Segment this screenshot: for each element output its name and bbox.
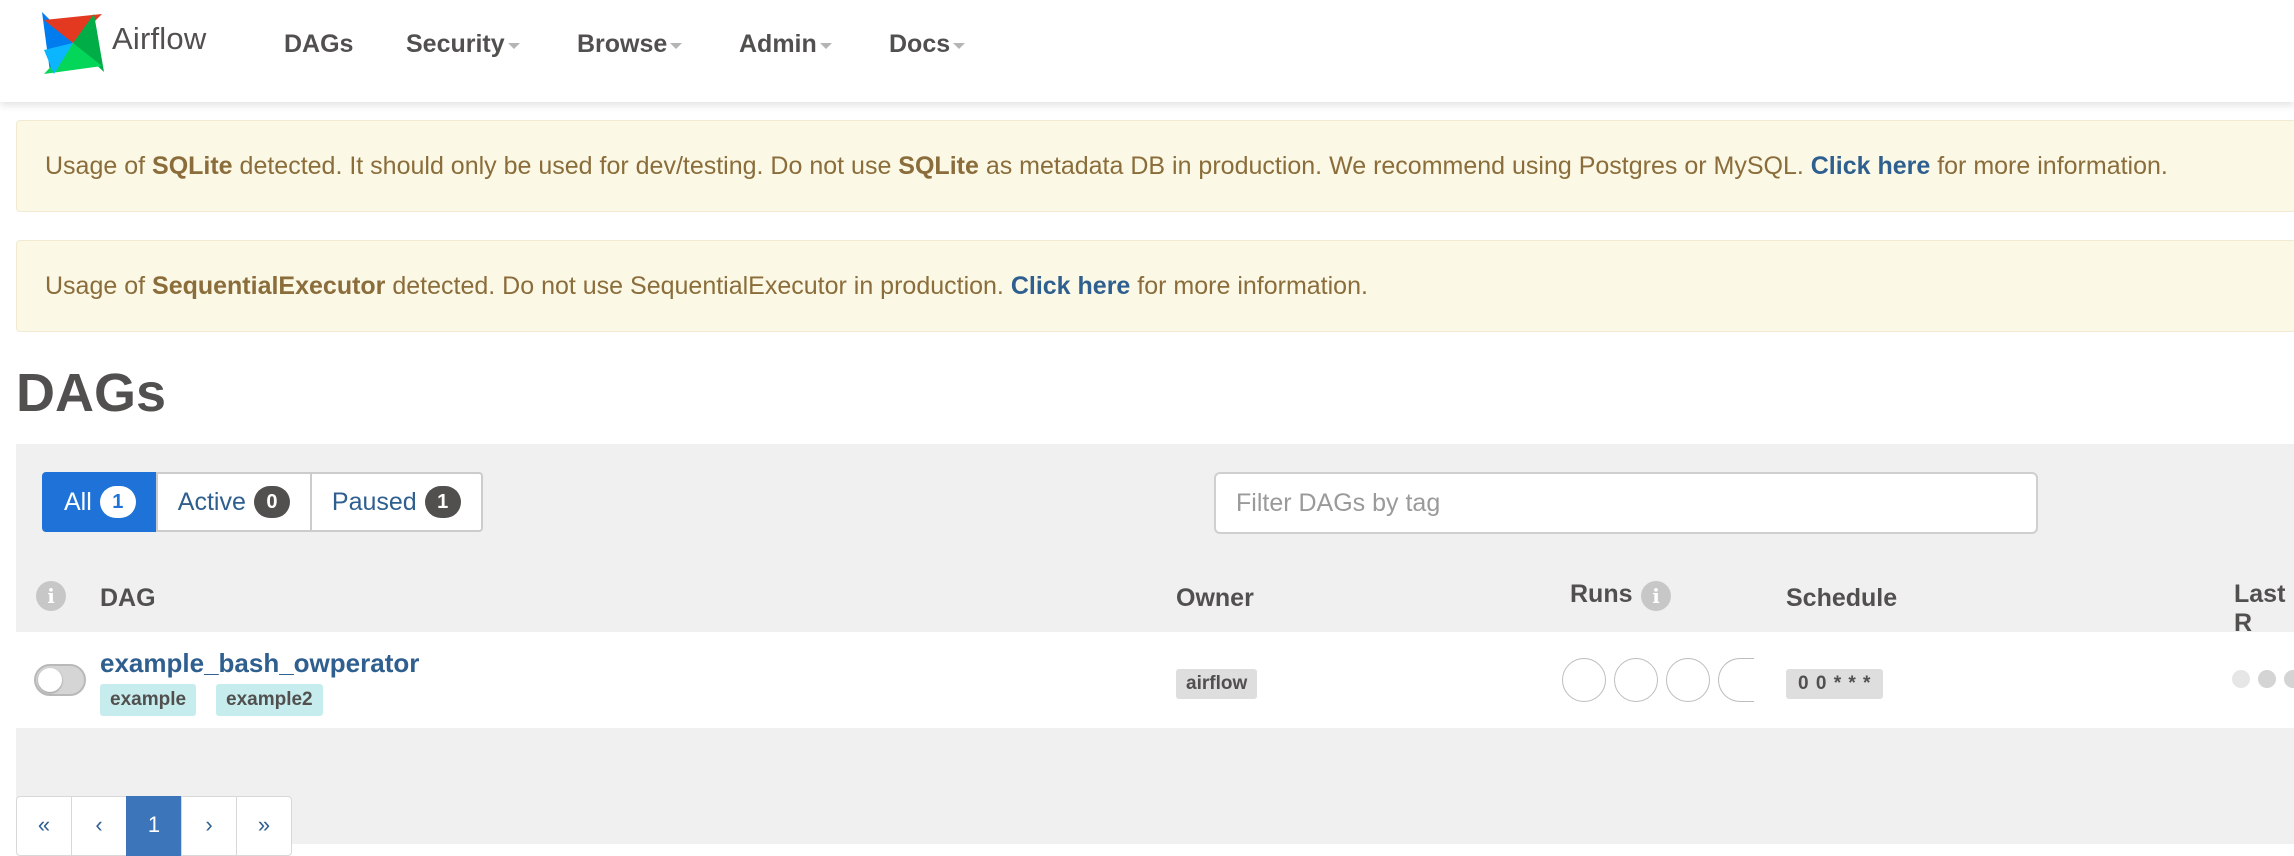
brand-name: Airflow	[112, 21, 207, 56]
top-navbar: Airflow DAGs Security Browse Admin Docs	[0, 0, 2294, 102]
chevron-down-icon	[819, 43, 832, 50]
toggle-knob	[38, 668, 62, 692]
nav-security-label: Security	[406, 30, 505, 58]
pause-toggle[interactable]	[34, 664, 86, 696]
filter-all-button[interactable]: All 1	[42, 472, 158, 532]
run-state-circle[interactable]	[1666, 658, 1710, 702]
alert-emphasis: SQLite	[152, 151, 233, 180]
last-page-button[interactable]: »	[236, 796, 292, 856]
airflow-logo-icon	[42, 12, 104, 74]
owner-badge[interactable]: airflow	[1176, 669, 1258, 699]
dag-tag[interactable]: example2	[216, 684, 323, 716]
column-header-runs: Runs	[1570, 580, 1633, 608]
alert-text: for more information.	[1930, 151, 2168, 180]
first-page-button[interactable]: «	[16, 796, 72, 856]
chevron-down-icon	[507, 43, 520, 50]
filter-label: All	[64, 487, 92, 516]
page-1-button[interactable]: 1	[126, 796, 182, 856]
alert-emphasis: SQLite	[898, 151, 979, 180]
alert-text: Usage of	[45, 271, 153, 300]
run-state-circle[interactable]	[1718, 658, 1754, 702]
alert-emphasis: SequentialExecutor	[152, 271, 386, 300]
table-row	[16, 632, 2294, 728]
page-title: DAGs	[16, 363, 167, 423]
pagination: « ‹ 1 › »	[16, 796, 292, 856]
next-page-button[interactable]: ›	[181, 796, 237, 856]
nav-admin[interactable]: Admin	[739, 30, 832, 59]
alert-text: detected. Do not use SequentialExecutor …	[385, 271, 1011, 300]
info-icon[interactable]: i	[36, 581, 66, 611]
nav-browse[interactable]: Browse	[577, 30, 683, 59]
column-header-last-run: Last R	[2234, 580, 2286, 637]
alert-text: detected. It should only be used for dev…	[232, 151, 899, 180]
alert-text: Usage of	[45, 151, 153, 180]
status-filter-group: All 1 Active 0 Paused 1	[42, 472, 483, 532]
chevron-down-icon	[953, 43, 966, 50]
info-icon[interactable]: i	[1641, 581, 1671, 611]
count-badge: 1	[424, 486, 461, 518]
nav-admin-label: Admin	[739, 30, 817, 58]
nav-docs[interactable]: Docs	[889, 30, 966, 59]
schedule-badge[interactable]: 0 0 * * *	[1786, 669, 1884, 699]
count-badge: 0	[253, 486, 290, 518]
last-run-state-dot	[2258, 670, 2276, 688]
column-header-schedule: Schedule	[1786, 584, 1898, 612]
filter-active-button[interactable]: Active 0	[155, 472, 312, 532]
alert-text: as metadata DB in production. We recomme…	[978, 151, 1811, 180]
nav-dags-label: DAGs	[284, 30, 354, 58]
airflow-brand[interactable]: Airflow	[40, 10, 206, 76]
dag-tag[interactable]: example	[100, 684, 197, 716]
filter-paused-button[interactable]: Paused 1	[309, 472, 483, 532]
tag-filter-input[interactable]	[1214, 472, 2038, 534]
run-state-circle[interactable]	[1614, 658, 1658, 702]
chevron-down-icon	[670, 43, 683, 50]
click-here-link[interactable]: Click here	[1011, 272, 1131, 300]
nav-docs-label: Docs	[889, 30, 951, 58]
count-badge: 1	[99, 486, 136, 518]
nav-dags[interactable]: DAGs	[284, 30, 353, 59]
click-here-link[interactable]: Click here	[1811, 152, 1931, 180]
sqlite-warning-alert: Usage of SQLite detected. It should only…	[16, 120, 2294, 212]
last-run-state-dot	[2232, 670, 2250, 688]
nav-browse-label: Browse	[577, 30, 668, 58]
prev-page-button[interactable]: ‹	[71, 796, 127, 856]
filter-label: Active	[177, 487, 246, 516]
alert-text: for more information.	[1130, 271, 1368, 300]
column-header-owner[interactable]: Owner	[1176, 584, 1254, 613]
dag-id-link[interactable]: example_bash_owperator	[100, 648, 419, 679]
column-header-dag[interactable]: DAG	[100, 584, 156, 613]
run-state-circle[interactable]	[1562, 658, 1606, 702]
filter-label: Paused	[331, 487, 417, 516]
nav-security[interactable]: Security	[406, 30, 520, 59]
executor-warning-alert: Usage of SequentialExecutor detected. Do…	[16, 240, 2294, 332]
